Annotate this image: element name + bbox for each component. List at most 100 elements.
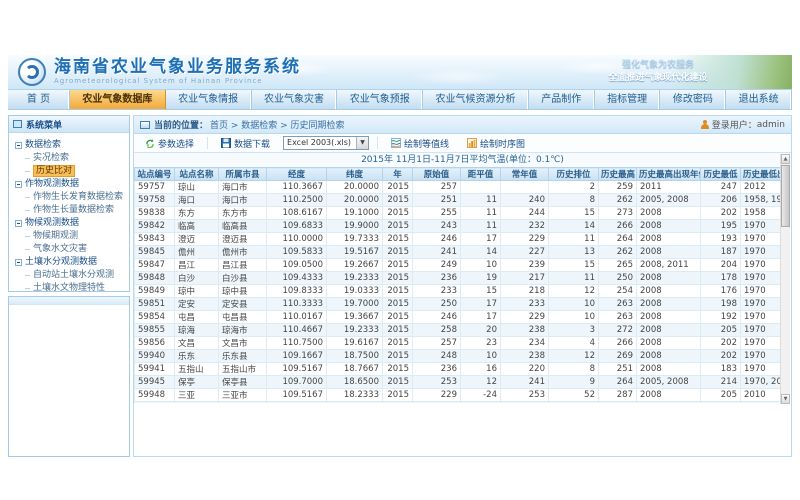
table-cell: 20.0000	[327, 181, 383, 194]
table-cell: 214	[701, 376, 741, 389]
table-cell: 17	[461, 233, 501, 246]
sidebar-item-data-retrieval[interactable]: 数据检索	[15, 139, 127, 152]
table-cell: 2015	[383, 220, 413, 233]
table-cell: 229	[501, 233, 549, 246]
scrollbar-thumb[interactable]	[781, 165, 790, 227]
param-select-button[interactable]: 参数选择	[140, 135, 199, 152]
table-cell: 海口市	[219, 181, 267, 194]
table-cell: 2015	[383, 207, 413, 220]
table-cell: 2015	[383, 246, 413, 259]
collapse-icon[interactable]	[15, 259, 22, 266]
table-cell: 253	[501, 389, 549, 402]
nav-tab-climate-analysis[interactable]: 农业气候资源分析	[423, 90, 529, 109]
bar-chart-icon	[467, 138, 477, 148]
table-cell: 保亭	[175, 376, 219, 389]
sidebar-item-history-compare[interactable]: 历史比对	[15, 165, 127, 178]
nav-tab-agro-info[interactable]: 农业气象情报	[166, 90, 252, 109]
sidebar-item-live-search[interactable]: 实况检索	[15, 152, 127, 165]
table-cell: 15	[461, 285, 501, 298]
scroll-up-arrow-icon[interactable]: ▲	[781, 154, 790, 164]
sidebar-item-soil-physical[interactable]: 土壤水文物理特性	[15, 282, 127, 295]
table-cell: 19.3667	[327, 311, 383, 324]
table-cell: 12	[549, 350, 599, 363]
table-cell: 11	[549, 233, 599, 246]
table-cell: 109.8333	[267, 285, 327, 298]
nav-tab-home[interactable]: 首 页	[8, 90, 70, 109]
table-cell: 1970	[741, 324, 782, 337]
table-cell: 233	[501, 298, 549, 311]
sidebar-item-soil-moisture[interactable]: 土壤水分观测数据	[15, 256, 127, 269]
table-row: 59856文昌文昌市110.750019.6167201525723234426…	[135, 337, 782, 350]
sidebar-item-crop-growth-amount[interactable]: 作物生长量数据检索	[15, 204, 127, 217]
sidebar-item-label: 物候观测数据	[25, 217, 79, 230]
nav-tab-product-making[interactable]: 产品制作	[529, 90, 595, 109]
table-cell: 256	[413, 402, 461, 404]
table-cell: 232	[501, 220, 549, 233]
table-cell: 272	[599, 324, 637, 337]
table-cell: 11	[461, 194, 501, 207]
table-cell: 259	[599, 181, 637, 194]
table-cell: 12	[549, 285, 599, 298]
collapse-icon[interactable]	[15, 142, 22, 149]
table-row: 59951万宁万宁市110.366718.8000201525613243927…	[135, 402, 782, 404]
table-cell: 266	[599, 220, 637, 233]
table-cell: 244	[501, 207, 549, 220]
table-cell: 18.7667	[327, 363, 383, 376]
table-row: 59838东方东方市108.616719.1000201525511244152…	[135, 207, 782, 220]
table-cell: 202	[701, 337, 741, 350]
table-cell: 248	[413, 350, 461, 363]
table-cell: 2008	[637, 298, 701, 311]
sidebar-item-phenology-record[interactable]: 物候期观测	[15, 230, 127, 243]
table-cell: 琼海	[175, 324, 219, 337]
nav-tab-agro-database[interactable]: 农业气象数据库	[70, 90, 166, 109]
collapse-icon[interactable]	[15, 181, 22, 188]
nav-tab-change-password[interactable]: 修改密码	[660, 90, 726, 109]
sidebar-item-crop-observation[interactable]: 作物观测数据	[15, 178, 127, 191]
table-cell: 108.6167	[267, 207, 327, 220]
table-cell: 11	[461, 220, 501, 233]
table-row: 59948三亚三亚市109.516718.23332015229-2425352…	[135, 389, 782, 402]
draw-timeseries-button[interactable]: 绘制时序图	[462, 135, 530, 152]
column-header: 历史最高出现年份	[637, 168, 701, 181]
table-cell: 乐东县	[219, 350, 267, 363]
breadcrumb[interactable]: 首页 > 数据检索 > 历史同期检索	[210, 118, 345, 131]
table-title: 2015年 11月1日-11月7日平均气温(单位：0.1℃)	[134, 153, 791, 167]
nav-tab-index-manage[interactable]: 指标管理	[595, 90, 661, 109]
contour-lines-icon	[391, 138, 401, 148]
draw-contour-button[interactable]: 绘制等值线	[386, 135, 454, 152]
sidebar-item-auto-soil-moisture[interactable]: 自动站土壤水分观测	[15, 269, 127, 282]
table-cell: 2008	[637, 207, 701, 220]
format-select-value: Excel 2003(.xls)	[284, 137, 356, 149]
column-header: 站点编号	[135, 168, 175, 181]
table-cell: 264	[599, 233, 637, 246]
table-cell: 1970	[741, 363, 782, 376]
table-cell: 18.6500	[327, 376, 383, 389]
collapse-icon[interactable]	[15, 220, 22, 227]
table-cell: 屯昌	[175, 311, 219, 324]
main-content-panel: 当前的位置： 首页 > 数据检索 > 历史同期检索 登录用户： admin 参数…	[133, 115, 792, 457]
nav-tab-logout[interactable]: 退出系统	[726, 90, 792, 109]
sidebar-item-phenology-observation[interactable]: 物候观测数据	[15, 217, 127, 230]
column-header: 历史最低	[701, 168, 741, 181]
column-header: 所属市县	[219, 168, 267, 181]
sidebar-item-crop-growth-dev[interactable]: 作物生长发育数据检索	[15, 191, 127, 204]
table-cell: 2015	[383, 181, 413, 194]
table-cell: 109.7000	[267, 376, 327, 389]
vertical-scrollbar[interactable]: ▲ ▼	[780, 154, 790, 404]
sidebar-item-label: 物候期观测	[33, 231, 78, 241]
scroll-down-arrow-icon[interactable]: ▼	[781, 394, 790, 404]
nav-tab-agro-forecast[interactable]: 农业气象预报	[337, 90, 423, 109]
table-cell: 187	[701, 246, 741, 259]
format-select[interactable]: Excel 2003(.xls) ▼	[283, 136, 369, 150]
table-cell: 109.5833	[267, 246, 327, 259]
login-user-name: admin	[757, 120, 785, 130]
table-cell: 13	[461, 402, 501, 404]
nav-tab-agro-disaster[interactable]: 农业气象灾害	[252, 90, 338, 109]
chevron-down-icon[interactable]: ▼	[356, 137, 368, 149]
login-user-label: 登录用户：	[712, 118, 757, 131]
sidebar-item-hydro-disaster[interactable]: 气象水文灾害	[15, 243, 127, 256]
table-cell: 243	[413, 220, 461, 233]
download-button[interactable]: 数据下载	[216, 135, 275, 152]
sidebar-item-label: 作物观测数据	[25, 178, 79, 191]
table-cell: 287	[599, 389, 637, 402]
